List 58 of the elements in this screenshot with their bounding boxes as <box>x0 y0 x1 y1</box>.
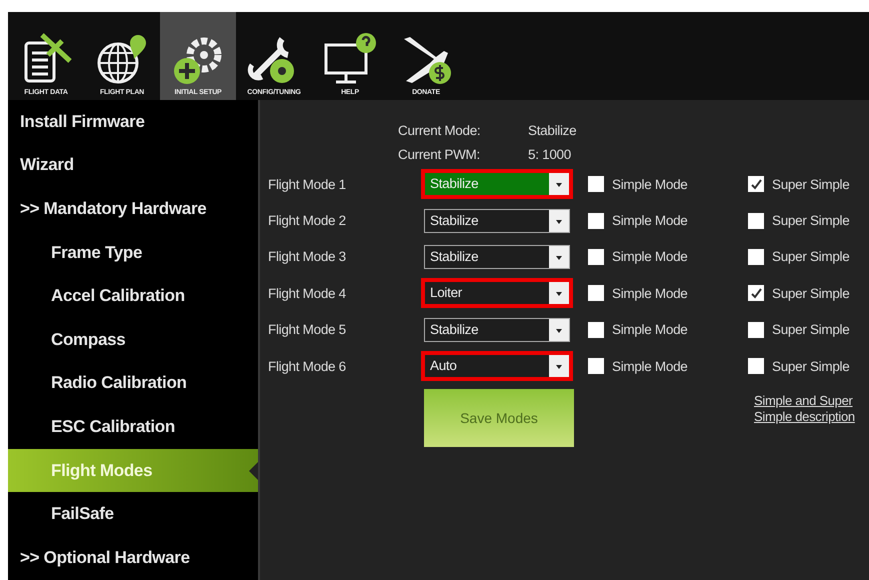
flight-mode-label: Flight Mode 1 <box>268 176 347 192</box>
mode-dropdown[interactable]: Loiter <box>424 281 570 306</box>
checkbox-label: Simple Mode <box>612 358 688 374</box>
sidebar-item[interactable]: >> Optional Hardware <box>8 536 258 580</box>
checkbox-label: Super Simple <box>772 322 850 338</box>
status-label: Current PWM: <box>398 146 481 162</box>
checkbox[interactable] <box>588 285 604 302</box>
sidebar-item[interactable]: Compass <box>8 318 258 362</box>
checkbox[interactable] <box>588 248 604 265</box>
checkbox-label: Simple Mode <box>612 286 688 301</box>
status-value: 5: 1000 <box>528 146 572 162</box>
sidebar-item[interactable]: Radio Calibration <box>8 362 258 406</box>
checkbox[interactable] <box>588 322 604 338</box>
dropdown-caret-icon <box>549 318 569 341</box>
mode-dropdown[interactable]: Stabilize <box>424 172 570 196</box>
sidebar-item[interactable]: ESC Calibration <box>8 405 258 449</box>
checkbox[interactable] <box>748 176 764 192</box>
checkbox-label: Super Simple <box>772 249 850 264</box>
mode-dropdown[interactable]: Stabilize <box>424 318 570 342</box>
checkbox-label: Simple Mode <box>612 213 688 228</box>
mode-dropdown[interactable]: Auto <box>424 354 570 378</box>
dropdown-caret-icon <box>549 355 569 378</box>
checkbox[interactable] <box>748 285 764 302</box>
checkbox-label: Simple Mode <box>612 176 688 192</box>
mode-dropdown[interactable]: Stabilize <box>424 208 570 233</box>
checkbox-label: Simple Mode <box>612 249 688 264</box>
dropdown-caret-icon <box>549 246 569 268</box>
description-link[interactable]: Simple description <box>754 409 869 426</box>
mode-dropdown[interactable]: Stabilize <box>424 244 570 269</box>
dropdown-caret-icon <box>549 173 569 196</box>
dropdown-caret-icon <box>549 210 569 232</box>
flight-mode-label: Flight Mode 3 <box>268 249 347 264</box>
sidebar-item[interactable]: FailSafe <box>8 492 258 536</box>
dropdown-caret-icon <box>549 282 569 304</box>
checkbox[interactable] <box>748 248 764 265</box>
status-label: Current Mode: <box>398 122 482 138</box>
flight-mode-label: Flight Mode 5 <box>268 322 347 338</box>
sidebar-item[interactable]: >> Mandatory Hardware <box>8 187 258 231</box>
checkbox-label: Super Simple <box>772 358 850 374</box>
sidebar-item[interactable]: Frame Type <box>8 230 258 274</box>
checkbox[interactable] <box>748 358 764 374</box>
checkbox[interactable] <box>588 176 604 192</box>
checkbox[interactable] <box>748 322 764 338</box>
checkbox[interactable] <box>588 212 604 229</box>
checkbox-label: Simple Mode <box>612 322 688 338</box>
checkbox[interactable] <box>748 212 764 229</box>
checkbox-label: Super Simple <box>772 176 850 192</box>
sidebar-item[interactable]: Install Firmware <box>8 100 258 144</box>
flight-mode-label: Flight Mode 2 <box>268 213 347 228</box>
description-link[interactable]: Simple and Super <box>754 393 869 410</box>
status-value: Stabilize <box>528 122 578 138</box>
sidebar-item[interactable]: Accel Calibration <box>8 274 258 318</box>
checkbox[interactable] <box>588 358 604 374</box>
checkbox-label: Super Simple <box>772 213 850 228</box>
flight-mode-label: Flight Mode 6 <box>268 358 347 374</box>
checkbox-label: Super Simple <box>772 286 850 301</box>
sidebar-item[interactable]: Wizard <box>8 144 258 188</box>
flight-mode-label: Flight Mode 4 <box>268 286 347 301</box>
